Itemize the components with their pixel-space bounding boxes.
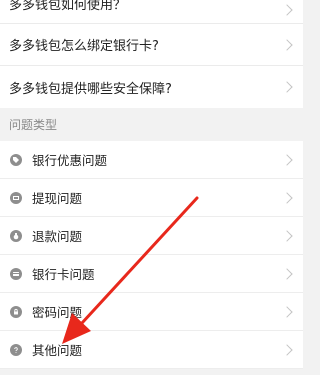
category-item-label: 银行优惠问题 — [32, 153, 108, 168]
category-item-refund[interactable]: 退款问题 — [0, 217, 303, 255]
category-item-label: 银行卡问题 — [32, 267, 95, 282]
category-item-label: 退款问题 — [32, 229, 83, 244]
question-icon — [10, 343, 22, 356]
faq-item-bind-bank-card[interactable]: 多多钱包怎么绑定银行卡? — [0, 24, 303, 66]
refund-icon — [10, 229, 22, 242]
category-item-label: 密码问题 — [32, 305, 83, 320]
chevron-right-icon — [281, 305, 293, 318]
category-item-password[interactable]: 密码问题 — [0, 293, 303, 331]
section-title: 问题类型 — [9, 118, 58, 132]
faq-item-label: 多多钱包如何使用？ — [9, 0, 127, 13]
chevron-right-icon — [281, 343, 293, 356]
chevron-right-icon — [281, 38, 293, 51]
lock-icon — [10, 305, 22, 318]
faq-item-label: 多多钱包怎么绑定银行卡? — [9, 39, 159, 54]
chevron-right-icon — [281, 153, 293, 166]
category-item-bank-discount[interactable]: 银行优惠问题 — [0, 141, 303, 179]
category-item-bank-card[interactable]: 银行卡问题 — [0, 255, 303, 293]
category-list: 银行优惠问题 提现问题 退款问题 银行卡问题 密码问题 其他问题 — [0, 141, 303, 369]
chevron-right-icon — [281, 4, 293, 16]
category-item-label: 其他问题 — [32, 343, 83, 358]
tag-icon — [10, 153, 22, 166]
faq-item-security[interactable]: 多多钱包提供哪些安全保障? — [0, 66, 303, 108]
category-item-label: 提现问题 — [32, 191, 83, 206]
withdraw-icon — [10, 191, 22, 204]
faq-item-how-to-use[interactable]: 多多钱包如何使用？ — [0, 0, 303, 24]
section-header: 问题类型 — [0, 108, 303, 141]
bank-card-icon — [10, 267, 22, 280]
category-item-other[interactable]: 其他问题 — [0, 331, 303, 369]
chevron-right-icon — [281, 229, 293, 242]
faq-list: 多多钱包如何使用？ 多多钱包怎么绑定银行卡? 多多钱包提供哪些安全保障? — [0, 0, 303, 108]
chevron-right-icon — [281, 267, 293, 280]
faq-item-label: 多多钱包提供哪些安全保障? — [9, 81, 172, 97]
chevron-right-icon — [281, 191, 293, 204]
chevron-right-icon — [281, 81, 293, 93]
category-item-withdraw[interactable]: 提现问题 — [0, 179, 303, 217]
